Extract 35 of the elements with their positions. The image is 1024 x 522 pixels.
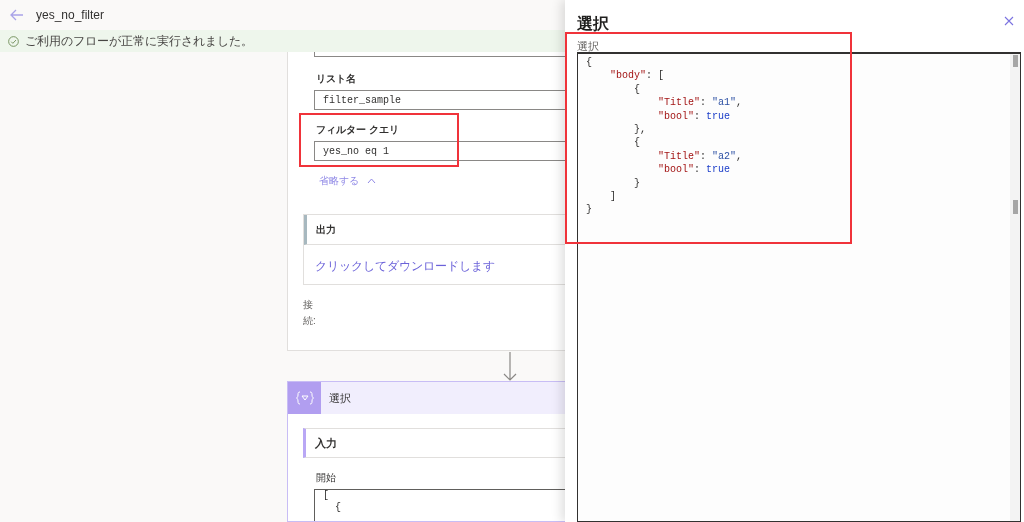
scrollbar-thumb[interactable] (1013, 200, 1018, 214)
connection-label: 接続: (303, 298, 315, 328)
code-line: { (633, 82, 641, 97)
code-line: "bool": true (657, 163, 732, 177)
code-line: "Title": "a2", (657, 149, 744, 164)
download-link[interactable]: クリックしてダウンロードします (315, 257, 565, 275)
close-icon[interactable] (1004, 16, 1014, 26)
section-title: 入力 (315, 435, 337, 451)
scrollbar-thumb[interactable] (1013, 55, 1018, 67)
field-label: リスト名 (316, 72, 357, 86)
down-arrow-icon (503, 352, 517, 381)
flow-title: yes_no_filter (36, 7, 105, 24)
code-line: } (586, 203, 593, 217)
input-field: filter_sample (314, 90, 565, 110)
code-line: } (633, 176, 641, 190)
section-title: 出力 (316, 223, 336, 237)
field-label: フィルター クエリ (316, 123, 400, 137)
card-title: 選択 (329, 390, 351, 406)
check-circle-icon (8, 35, 19, 47)
code-line: { (586, 56, 593, 70)
field-label: 開始 (316, 471, 337, 485)
input-field: yes_no eq 1 (314, 141, 565, 161)
scrollbar[interactable] (1010, 54, 1020, 521)
code-line: "Title": "a1", (657, 96, 744, 110)
panel-title: 選択 (577, 14, 609, 34)
code-line: "body": [ (609, 69, 666, 83)
success-message: ご利用のフローが正常に実行されました。 (25, 33, 253, 50)
back-arrow-icon[interactable] (10, 9, 24, 21)
field-label: 選択 (577, 39, 599, 54)
code-line: ] (609, 189, 617, 204)
code-line: { (633, 136, 641, 150)
code-line: }, (633, 122, 647, 137)
collapse-link[interactable]: 省略する (319, 173, 565, 188)
chevron-up-icon (367, 177, 376, 184)
code-line: "bool": true (657, 109, 732, 123)
